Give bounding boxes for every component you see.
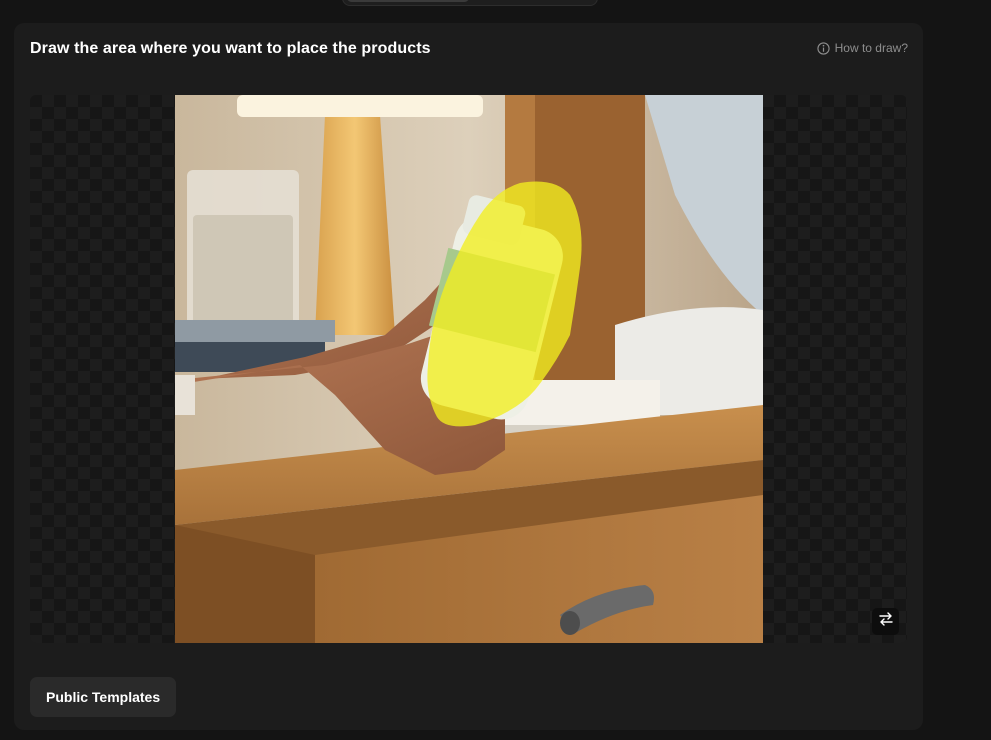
view-toggle[interactable] bbox=[342, 0, 598, 6]
product-photo[interactable] bbox=[175, 95, 763, 643]
panel-title: Draw the area where you want to place th… bbox=[30, 40, 431, 57]
view-toggle-active-segment[interactable] bbox=[347, 0, 469, 2]
info-circle-icon bbox=[816, 41, 830, 55]
draw-area-panel: Draw the area where you want to place th… bbox=[14, 23, 923, 730]
swap-image-button[interactable] bbox=[872, 608, 899, 635]
swap-arrows-icon bbox=[878, 612, 894, 631]
public-templates-button[interactable]: Public Templates bbox=[30, 677, 177, 717]
drawing-canvas[interactable] bbox=[30, 95, 907, 643]
how-to-draw-label: How to draw? bbox=[834, 41, 908, 55]
how-to-draw-link[interactable]: How to draw? bbox=[816, 41, 908, 55]
